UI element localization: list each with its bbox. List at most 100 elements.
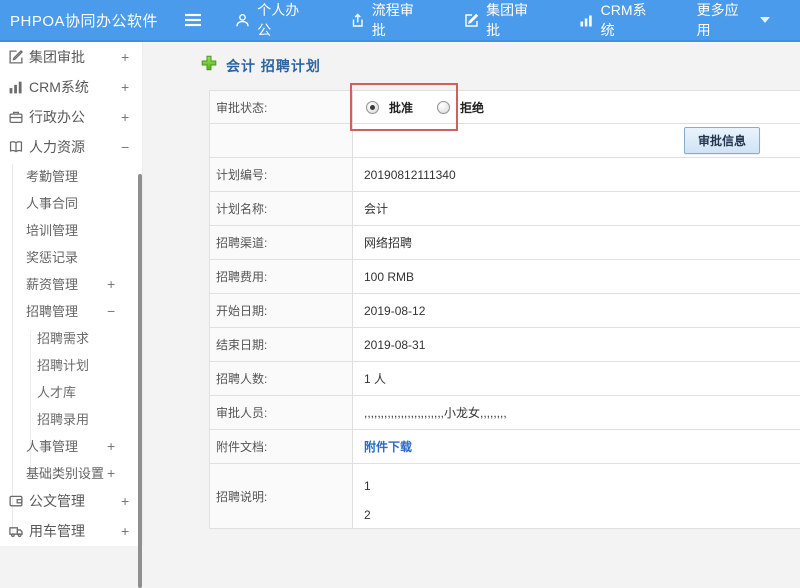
description-line: 1 bbox=[364, 472, 800, 501]
sidebar-item-label: 招聘计划 bbox=[37, 355, 89, 374]
field-label: 审批状态: bbox=[210, 91, 353, 123]
expander-plus-icon[interactable]: + bbox=[121, 109, 129, 125]
table-row-attachment: 附件文档: 附件下载 bbox=[210, 430, 800, 464]
truck-icon bbox=[8, 523, 24, 539]
table-row-recruit-channel: 招聘渠道: 网络招聘 bbox=[210, 226, 800, 260]
field-value: 2019-08-12 bbox=[353, 294, 800, 327]
sidebar-item-recruit-mgmt[interactable]: 招聘管理 − bbox=[0, 297, 143, 324]
nav-group-approval[interactable]: 集团审批 bbox=[452, 0, 548, 40]
sidebar-item-label: CRM系统 bbox=[29, 77, 89, 97]
sidebar-item-group-approval[interactable]: 集团审批 + bbox=[0, 42, 143, 72]
field-label: 招聘人数: bbox=[210, 362, 353, 395]
sidebar-item-label: 考勤管理 bbox=[26, 166, 78, 185]
sidebar-item-training[interactable]: 培训管理 bbox=[0, 216, 143, 243]
field-value: 1 人 bbox=[353, 362, 800, 395]
sidebar-item-label: 招聘需求 bbox=[37, 328, 89, 347]
sidebar-item-crm-system[interactable]: CRM系统 + bbox=[0, 72, 143, 102]
nav-label: 更多应用 bbox=[697, 0, 747, 40]
sidebar-item-recruit-hire[interactable]: 招聘录用 bbox=[0, 405, 143, 432]
field-value: 会计 bbox=[353, 192, 800, 225]
field-value-multiline: 1 2 bbox=[353, 464, 800, 528]
sidebar-item-human-resources[interactable]: 人力资源 − bbox=[0, 132, 143, 162]
radio-reject-label[interactable]: 拒绝 bbox=[460, 99, 484, 116]
book-icon bbox=[8, 139, 24, 155]
expander-minus-icon[interactable]: − bbox=[121, 139, 129, 155]
expander-minus-icon[interactable]: − bbox=[107, 303, 115, 319]
field-label: 招聘费用: bbox=[210, 260, 353, 293]
nav-personal-office[interactable]: 个人办公 bbox=[223, 0, 319, 40]
expander-plus-icon[interactable]: + bbox=[121, 493, 129, 509]
radio-reject[interactable] bbox=[437, 101, 450, 114]
sidebar-item-recruit-demand[interactable]: 招聘需求 bbox=[0, 324, 143, 351]
approval-info-button[interactable]: 审批信息 bbox=[684, 127, 760, 154]
main-content: 会计 招聘计划 审批状态: 批准 拒绝 审批信息 计划编号: 2 bbox=[143, 42, 800, 546]
nav-more-apps[interactable]: 更多应用 bbox=[685, 0, 782, 40]
table-row-end-date: 结束日期: 2019-08-31 bbox=[210, 328, 800, 362]
nav-label: 流程审批 bbox=[372, 0, 422, 40]
description-line: 2 bbox=[364, 501, 800, 530]
expander-plus-icon[interactable]: + bbox=[107, 465, 115, 481]
menu-toggle-icon[interactable] bbox=[177, 13, 209, 27]
sidebar-item-label: 招聘录用 bbox=[37, 409, 89, 428]
edit-square-icon bbox=[8, 49, 24, 65]
page-title: 会计 招聘计划 bbox=[226, 56, 321, 76]
sidebar-item-attendance[interactable]: 考勤管理 bbox=[0, 162, 143, 189]
field-label: 计划名称: bbox=[210, 192, 353, 225]
sidebar-item-label: 行政办公 bbox=[29, 107, 85, 127]
sidebar-item-label: 用车管理 bbox=[29, 521, 85, 541]
sidebar-item-talent-pool[interactable]: 人才库 bbox=[0, 378, 143, 405]
sidebar-item-label: 公文管理 bbox=[29, 491, 85, 511]
sidebar-item-personnel-mgmt[interactable]: 人事管理 + bbox=[0, 432, 143, 459]
field-label: 附件文档: bbox=[210, 430, 353, 463]
sidebar-item-base-category[interactable]: 基础类别设置 + bbox=[0, 459, 143, 486]
sidebar-item-salary[interactable]: 薪资管理 + bbox=[0, 270, 143, 297]
bar-chart-icon bbox=[8, 79, 24, 95]
radio-approve[interactable] bbox=[366, 101, 379, 114]
app-title: PHPOA协同办公软件 bbox=[0, 10, 177, 31]
table-row-approve-button: 审批信息 bbox=[210, 124, 800, 158]
sidebar-item-documents[interactable]: 公文管理 + bbox=[0, 486, 143, 516]
top-menu: 个人办公 流程审批 集团审批 CRM系统 更多应用 bbox=[223, 0, 800, 40]
expander-plus-icon[interactable]: + bbox=[121, 523, 129, 539]
sidebar-item-rewards[interactable]: 奖惩记录 bbox=[0, 243, 143, 270]
field-value: 网络招聘 bbox=[353, 226, 800, 259]
field-value: 100 RMB bbox=[353, 260, 800, 293]
sidebar-item-label: 人事管理 bbox=[26, 436, 78, 455]
table-row-description: 招聘说明: 1 2 bbox=[210, 464, 800, 528]
sidebar-item-recruit-plan[interactable]: 招聘计划 bbox=[0, 351, 143, 378]
expander-plus-icon[interactable]: + bbox=[121, 49, 129, 65]
attachment-download-link[interactable]: 附件下载 bbox=[364, 438, 412, 455]
table-row-headcount: 招聘人数: 1 人 bbox=[210, 362, 800, 396]
sidebar-item-hr-contract[interactable]: 人事合同 bbox=[0, 189, 143, 216]
nav-label: 个人办公 bbox=[257, 0, 307, 40]
expander-plus-icon[interactable]: + bbox=[121, 79, 129, 95]
sidebar-item-label: 人才库 bbox=[37, 382, 76, 401]
user-icon bbox=[235, 13, 250, 28]
field-label-empty bbox=[210, 124, 353, 157]
expander-plus-icon[interactable]: + bbox=[107, 276, 115, 292]
caret-down-icon bbox=[760, 17, 770, 23]
add-plus-icon[interactable] bbox=[201, 55, 217, 76]
sidebar-item-label: 奖惩记录 bbox=[26, 247, 78, 266]
radio-approve-label[interactable]: 批准 bbox=[389, 99, 413, 116]
flow-export-icon bbox=[350, 13, 365, 28]
nav-label: CRM系统 bbox=[601, 0, 655, 40]
field-label: 审批人员: bbox=[210, 396, 353, 429]
expander-plus-icon[interactable]: + bbox=[107, 438, 115, 454]
table-row-plan-number: 计划编号: 20190812111340 bbox=[210, 158, 800, 192]
detail-form-table: 审批状态: 批准 拒绝 审批信息 计划编号: 20190812111340 计 bbox=[209, 90, 800, 529]
table-row-recruit-cost: 招聘费用: 100 RMB bbox=[210, 260, 800, 294]
sidebar-item-label: 人力资源 bbox=[29, 137, 85, 157]
nav-flow-approval[interactable]: 流程审批 bbox=[338, 0, 434, 40]
table-row-approval-status: 审批状态: 批准 拒绝 bbox=[210, 91, 800, 124]
sidebar-item-vehicle[interactable]: 用车管理 + bbox=[0, 516, 143, 546]
nav-label: 集团审批 bbox=[486, 0, 536, 40]
table-row-plan-name: 计划名称: 会计 bbox=[210, 192, 800, 226]
nav-crm-system[interactable]: CRM系统 bbox=[567, 0, 667, 40]
edit-square-icon bbox=[464, 13, 479, 28]
approval-radio-group: 批准 拒绝 bbox=[364, 99, 498, 116]
field-label: 招聘渠道: bbox=[210, 226, 353, 259]
field-value: 20190812111340 bbox=[353, 158, 800, 191]
sidebar-item-admin-office[interactable]: 行政办公 + bbox=[0, 102, 143, 132]
sidebar-item-label: 培训管理 bbox=[26, 220, 78, 239]
